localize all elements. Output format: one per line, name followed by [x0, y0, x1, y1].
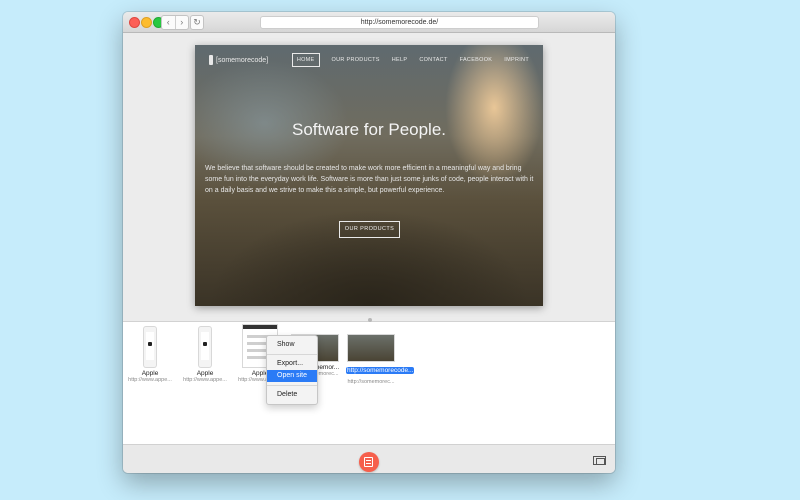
site-nav-home[interactable]: HOME: [291, 53, 320, 67]
site-logo-text: [somemorecode]: [216, 56, 269, 64]
close-button[interactable]: [129, 17, 140, 28]
menu-item-open-site[interactable]: Open site: [267, 370, 317, 382]
screenshot-library: Apple http://www.appe... Apple http://ww…: [123, 322, 615, 444]
menu-item-delete[interactable]: Delete: [267, 389, 317, 401]
site-nav-help[interactable]: HELP: [392, 54, 408, 66]
site-logo[interactable]: [somemorecode]: [209, 55, 268, 65]
thumbnail: [199, 327, 211, 367]
library-item[interactable]: Apple http://www.appe...: [125, 325, 175, 383]
minimize-button[interactable]: [141, 17, 152, 28]
back-icon[interactable]: ‹: [162, 16, 176, 29]
menu-separator: [267, 354, 317, 355]
url-field[interactable]: http://somemorecode.de/: [260, 16, 539, 29]
app-window: ‹ › ↻ http://somemorecode.de/ [somemorec…: [123, 12, 615, 473]
calendar-icon: [364, 457, 373, 467]
menu-item-export[interactable]: Export...: [267, 358, 317, 370]
preview-area: [somemorecode] HOME OUR PRODUCTS HELP CO…: [123, 33, 615, 322]
titlebar: ‹ › ↻ http://somemorecode.de/: [123, 12, 615, 33]
menu-item-show[interactable]: Show: [267, 339, 317, 351]
logo-mark-icon: [209, 55, 213, 65]
history-nav: ‹ ›: [161, 15, 189, 30]
library-item-selected[interactable]: http://somemorecode... http://somemorec.…: [345, 322, 415, 385]
thumbnail: [348, 335, 394, 361]
forward-icon[interactable]: ›: [176, 16, 189, 29]
context-menu: Show Export... Open site Delete: [266, 335, 318, 405]
site-nav-our-products[interactable]: OUR PRODUCTS: [332, 54, 380, 66]
site-nav-imprint[interactable]: IMPRINT: [504, 54, 529, 66]
library-item[interactable]: Apple http://www.appe...: [180, 325, 230, 383]
thumbnail: [144, 327, 156, 367]
our-products-button[interactable]: OUR PRODUCTS: [339, 221, 400, 238]
item-title: Apple: [196, 370, 214, 377]
reload-icon[interactable]: ↻: [190, 15, 204, 30]
site-nav-contact[interactable]: CONTACT: [419, 54, 447, 66]
bottom-toolbar: [123, 444, 615, 473]
hero-text: We believe that software should be creat…: [205, 165, 534, 194]
item-title: Apple: [141, 370, 159, 377]
hero-title: Software for People.: [291, 120, 447, 139]
website-preview[interactable]: [somemorecode] HOME OUR PRODUCTS HELP CO…: [195, 45, 543, 306]
item-subtitle: http://somemorec...: [347, 379, 395, 385]
site-nav-facebook[interactable]: FACEBOOK: [460, 54, 493, 66]
fullscreen-icon[interactable]: [593, 456, 606, 465]
item-subtitle: http://www.appe...: [183, 377, 227, 383]
capture-button[interactable]: [359, 452, 379, 472]
site-nav: HOME OUR PRODUCTS HELP CONTACT FACEBOOK …: [291, 53, 529, 67]
menu-separator: [267, 385, 317, 386]
item-title[interactable]: http://somemorecode...: [346, 367, 415, 374]
item-subtitle: http://www.appe...: [128, 377, 172, 383]
